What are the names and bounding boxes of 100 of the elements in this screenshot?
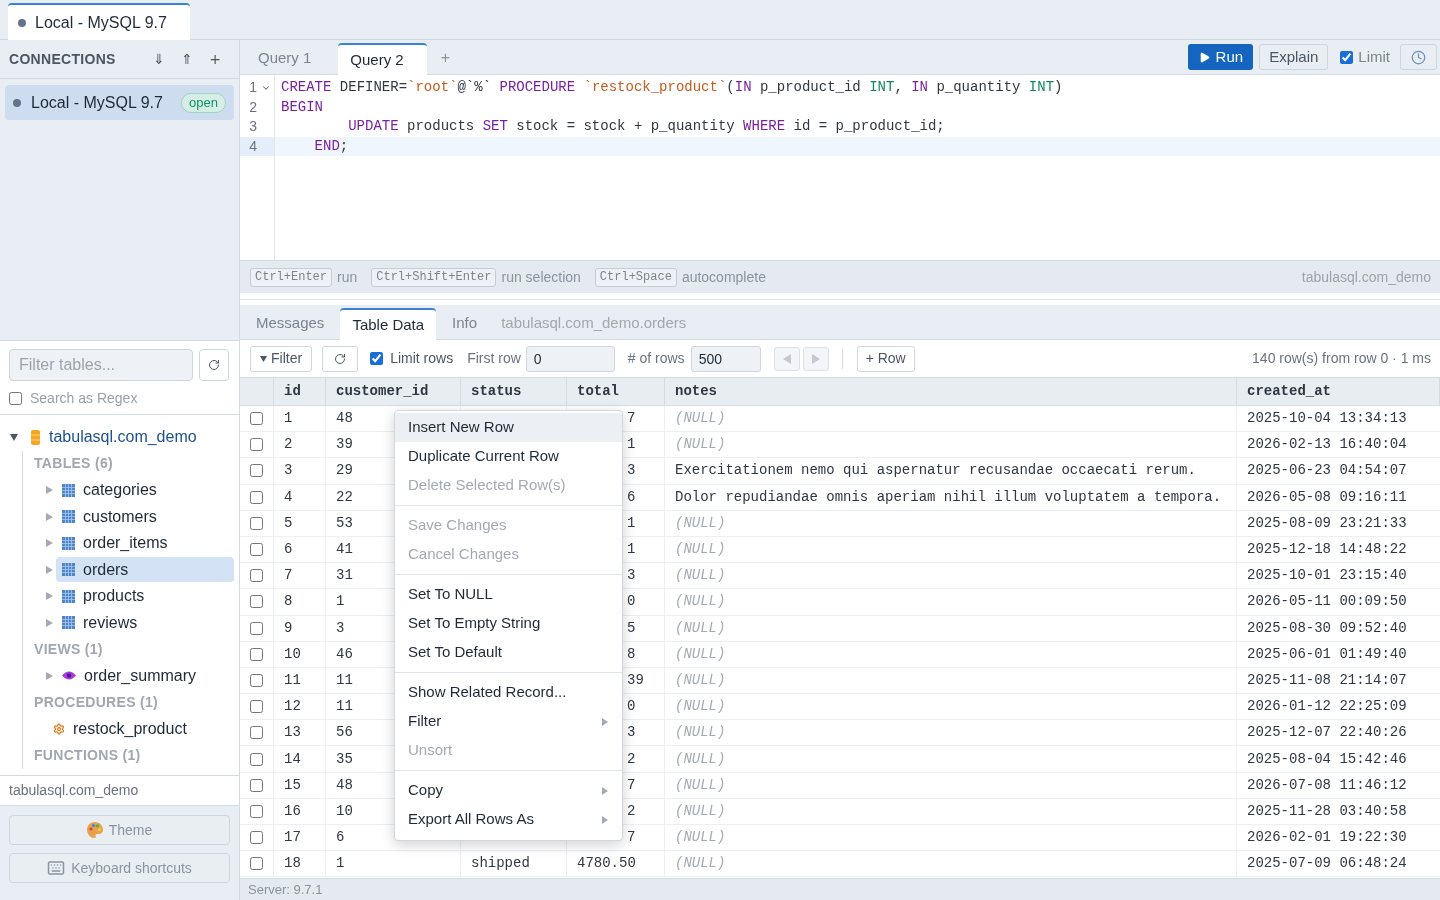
customer-id-value: 11	[336, 697, 353, 717]
id-value: 17	[284, 828, 301, 848]
tree-item[interactable]: restock_product	[47, 716, 234, 742]
caret-right-icon[interactable]	[46, 565, 53, 574]
filter-triangle-icon	[260, 355, 267, 362]
row-checkbox[interactable]	[250, 490, 263, 504]
table-grid-icon	[62, 536, 75, 550]
limit-rows-checkbox[interactable]	[370, 352, 384, 365]
header-action-button[interactable]: ⇑	[179, 52, 195, 66]
tree-item[interactable]: order_items	[56, 530, 234, 556]
null-value: (NULL)	[675, 854, 726, 874]
palette-icon	[86, 822, 103, 838]
customer-id-value: 41	[336, 540, 353, 560]
regex-checkbox[interactable]	[9, 392, 22, 405]
refresh-button[interactable]	[199, 349, 229, 381]
menu-item[interactable]: Insert New Row	[395, 413, 622, 442]
id-value: 5	[284, 513, 293, 533]
filter-button[interactable]: Filter	[250, 345, 313, 372]
row-checkbox[interactable]	[250, 831, 263, 845]
menu-item[interactable]: Set To NULL	[395, 580, 622, 609]
row-checkbox[interactable]	[250, 778, 263, 792]
add-row-button[interactable]: + Row	[856, 345, 915, 372]
caret-right-icon[interactable]	[46, 592, 53, 601]
caret-down-icon[interactable]	[10, 433, 18, 441]
caret-right-icon[interactable]	[46, 512, 53, 521]
regex-label: Search as Regex	[30, 389, 138, 408]
row-checkbox[interactable]	[250, 595, 263, 609]
customer-id-value: 46	[336, 644, 353, 664]
explain-button[interactable]: Explain	[1259, 44, 1329, 70]
total-value: 8	[627, 644, 636, 664]
menu-item[interactable]: Set To Empty String	[395, 609, 622, 638]
menu-item[interactable]: Show Related Record...	[395, 678, 622, 707]
row-checkbox[interactable]	[250, 412, 263, 426]
menu-item[interactable]: Duplicate Current Row	[395, 442, 622, 471]
header-action-button[interactable]: ⇓	[151, 52, 167, 66]
group-label: FUNCTIONS (1)	[34, 745, 141, 765]
shortcut-key: Ctrl+Shift+Enter	[371, 267, 497, 287]
customer-id-value: 48	[336, 409, 353, 429]
row-checkbox[interactable]	[250, 438, 263, 452]
history-button[interactable]	[1400, 44, 1437, 70]
code-line: UPDATE products SET stock = stock + p_quantity WHERE id = p_product_id;	[347, 117, 945, 137]
menu-item[interactable]: Set To Default	[395, 638, 622, 667]
tree-item[interactable]: reviews	[56, 610, 234, 636]
header-action-button[interactable]: +	[207, 52, 223, 66]
id-value: 15	[284, 775, 301, 795]
tree-item[interactable]: categories	[56, 477, 234, 503]
total-value: 7	[627, 775, 636, 795]
tree-item[interactable]: order_summary	[56, 663, 234, 689]
total-value: 0	[627, 697, 636, 717]
run-button[interactable]: Run	[1187, 44, 1254, 70]
row-checkbox[interactable]	[250, 700, 263, 714]
row-checkbox[interactable]	[250, 543, 263, 557]
query-tab[interactable]: Query 2	[338, 43, 427, 75]
column-header[interactable]: status	[471, 381, 522, 402]
refresh-button[interactable]	[322, 345, 359, 372]
caret-right-icon[interactable]	[46, 539, 53, 548]
row-checkbox[interactable]	[250, 804, 263, 818]
created-at-value: 2026-07-08 11:46:12	[1247, 775, 1407, 795]
code-line: CREATE DEFINER=`root`@`%` PROCEDURE `restock_product`(IN p_product_id INT, IN p_quantity INT)	[281, 78, 1063, 98]
column-header[interactable]: id	[284, 381, 301, 402]
row-checkbox[interactable]	[250, 621, 263, 635]
row-count-field[interactable]: 500	[690, 345, 761, 372]
row-checkbox[interactable]	[250, 464, 263, 478]
null-value: (NULL)	[675, 801, 726, 821]
column-header[interactable]: notes	[675, 381, 717, 402]
caret-right-icon[interactable]	[46, 671, 53, 680]
shortcut-label: run	[337, 267, 358, 287]
customer-id-value: 48	[336, 775, 353, 795]
menu-item[interactable]: Export All Rows As	[395, 805, 622, 834]
null-value: (NULL)	[675, 697, 726, 717]
tree-item[interactable]: orders	[56, 557, 234, 583]
column-header[interactable]: created_at	[1247, 381, 1331, 402]
customer-id-value: 29	[336, 461, 353, 481]
id-value: 10	[284, 644, 301, 664]
limit-checkbox[interactable]	[1340, 50, 1354, 64]
row-checkbox[interactable]	[250, 673, 263, 687]
shortcut-key: Ctrl+Enter	[250, 267, 332, 287]
menu-item[interactable]: Filter	[395, 707, 622, 736]
total-value: 2	[627, 801, 636, 821]
database-label[interactable]: tabulasql.com_demo	[49, 425, 197, 450]
connection-tab[interactable]: Local - MySQL 9.7	[8, 3, 190, 40]
menu-item[interactable]: Copy	[395, 776, 622, 805]
result-tab[interactable]: Table Data	[340, 308, 437, 340]
row-checkbox[interactable]	[250, 726, 263, 740]
line-number: 1	[248, 78, 257, 98]
column-header[interactable]: customer_id	[336, 381, 429, 402]
notes-value: Exercitationem nemo qui aspernatur recusandae occaecati rerum.	[675, 461, 1196, 481]
tree-item[interactable]: products	[56, 583, 234, 609]
caret-right-icon[interactable]	[46, 618, 53, 627]
row-checkbox[interactable]	[250, 752, 263, 766]
row-checkbox[interactable]	[250, 569, 263, 583]
column-header[interactable]: total	[577, 381, 619, 402]
row-checkbox[interactable]	[250, 857, 263, 871]
tree-item[interactable]: customers	[56, 504, 234, 530]
first-row-field[interactable]: 0	[525, 345, 615, 372]
filter-tables-field[interactable]: Filter tables...	[9, 349, 193, 381]
row-checkbox[interactable]	[250, 647, 263, 661]
connection-item[interactable]: Local - MySQL 9.7 open	[5, 85, 234, 120]
caret-right-icon[interactable]	[46, 486, 53, 495]
row-checkbox[interactable]	[250, 516, 263, 530]
